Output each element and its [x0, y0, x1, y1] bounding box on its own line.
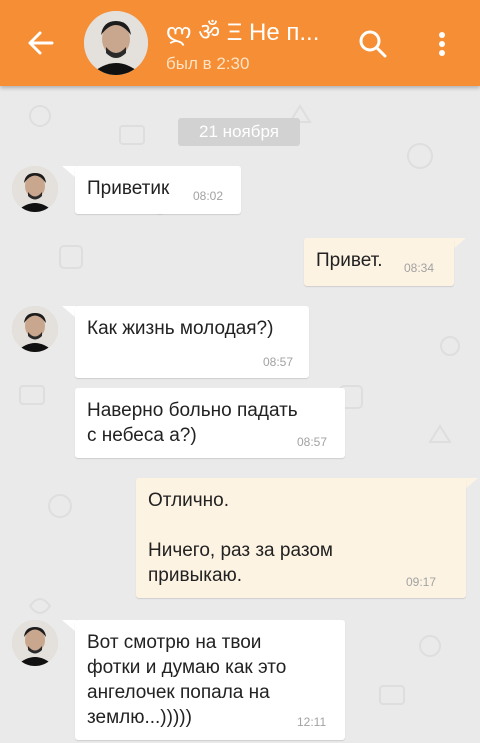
message-time: 08:02 [193, 189, 224, 203]
message-time: 08:57 [263, 355, 294, 369]
more-options-button[interactable] [432, 27, 452, 61]
search-button[interactable] [356, 27, 390, 61]
chat-header: ლ ॐ Ξ Не п... был в 2:30 [0, 0, 480, 86]
sender-avatar[interactable] [12, 620, 58, 666]
date-separator: 21 ноября [178, 118, 300, 146]
message-time: 12:11 [297, 715, 327, 729]
bubble-tail [464, 478, 478, 490]
contact-name: ლ ॐ Ξ Не п... [166, 19, 320, 46]
message-bubble-incoming[interactable]: Приветик 08:02 [75, 166, 241, 214]
person-photo [12, 166, 58, 212]
person-photo [12, 306, 58, 352]
message-bubble-incoming[interactable]: Как жизнь молодая?) 08:57 [75, 306, 309, 378]
more-vertical-icon [439, 32, 445, 56]
back-button[interactable] [22, 25, 62, 61]
person-photo [84, 11, 148, 75]
bubble-tail [62, 306, 76, 318]
arrow-left-icon [28, 31, 54, 55]
message-bubble-incoming[interactable]: Наверно больно падать с небеса а?) 08:57 [75, 388, 345, 458]
person-photo [12, 620, 58, 666]
bubble-tail [62, 620, 76, 632]
search-icon [359, 30, 387, 58]
message-time: 08:34 [404, 261, 435, 275]
message-text: Как жизнь молодая?) [87, 318, 274, 339]
sender-avatar[interactable] [12, 166, 58, 212]
last-seen-status: был в 2:30 [166, 54, 250, 73]
sender-avatar[interactable] [12, 306, 58, 352]
contact-avatar[interactable] [84, 11, 148, 75]
message-bubble-incoming[interactable]: Вот смотрю на твои фотки и думаю как это… [75, 620, 345, 740]
message-bubble-outgoing[interactable]: Привет. 08:34 [304, 238, 454, 286]
message-bubble-outgoing[interactable]: Отлично. Ничего, раз за разом привыкаю. … [136, 478, 466, 598]
bubble-tail [62, 166, 76, 178]
bubble-tail [452, 238, 466, 250]
message-time: 08:57 [297, 435, 328, 449]
message-time: 09:17 [406, 575, 437, 589]
